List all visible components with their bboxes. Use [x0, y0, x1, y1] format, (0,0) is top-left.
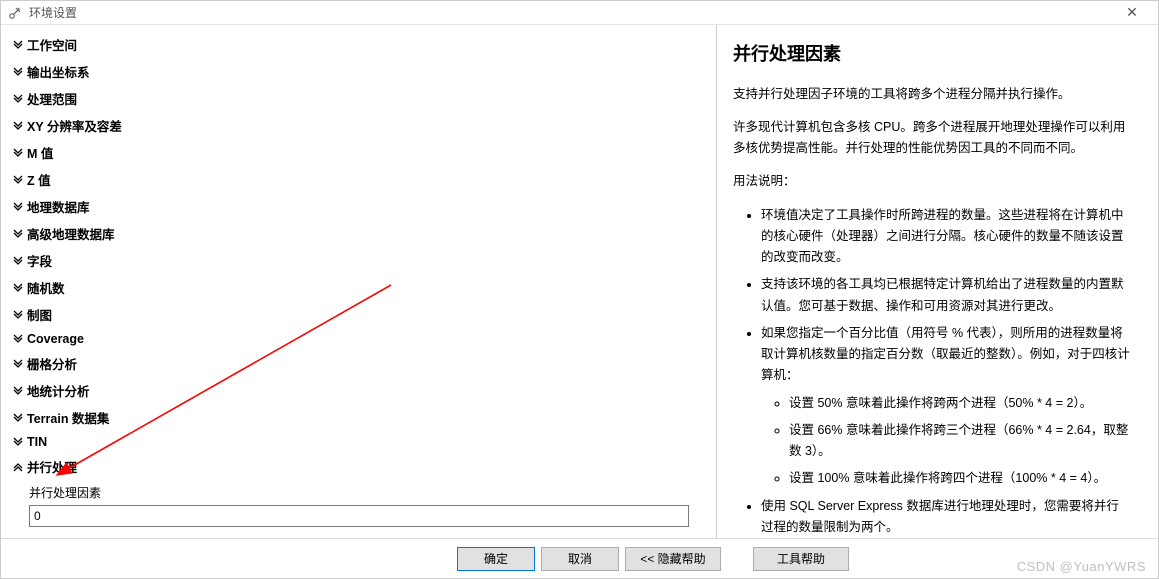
help-title: 并行处理因素	[733, 39, 1130, 70]
chevron-down-icon	[11, 229, 25, 239]
dialog-footer: 确定 取消 << 隐藏帮助 工具帮助	[1, 538, 1158, 578]
chevron-down-icon	[11, 359, 25, 369]
section-header[interactable]: 地理数据库	[11, 193, 706, 220]
help-paragraph: 支持并行处理因子环境的工具将跨多个进程分隔并执行操作。	[733, 84, 1130, 105]
close-icon: ✕	[1126, 4, 1138, 21]
chevron-down-icon	[11, 202, 25, 212]
help-bullet: 使用 SQL Server Express 数据库进行地理处理时，您需要将并行过…	[761, 496, 1130, 538]
section-label: 字段	[27, 251, 52, 270]
help-bullet: 如果您指定一个百分比值（用符号 % 代表），则所用的进程数量将取计算机核数量的指…	[761, 323, 1130, 490]
section-label: 工作空间	[27, 35, 77, 54]
titlebar: 环境设置 ✕	[1, 1, 1158, 25]
section-header[interactable]: TIN	[11, 431, 706, 453]
section-header[interactable]: Terrain 数据集	[11, 404, 706, 431]
section-header[interactable]: M 值	[11, 139, 706, 166]
section-header[interactable]: 输出坐标系	[11, 58, 706, 85]
section-label: TIN	[27, 435, 47, 449]
help-pane[interactable]: 并行处理因素 支持并行处理因子环境的工具将跨多个进程分隔并执行操作。 许多现代计…	[717, 25, 1158, 538]
section-header[interactable]: 处理范围	[11, 85, 706, 112]
section-label: M 值	[27, 143, 53, 162]
section-header[interactable]: 并行处理	[11, 453, 706, 480]
section-body: 并行处理因素	[11, 480, 706, 533]
section-label: XY 分辨率及容差	[27, 116, 122, 135]
section-header[interactable]: 随机数	[11, 274, 706, 301]
help-sub-bullet: 设置 66% 意味着此操作将跨三个进程（66% * 4 = 2.64，取整数 3…	[789, 420, 1130, 463]
section-label: 输出坐标系	[27, 62, 90, 81]
window-title: 环境设置	[29, 4, 77, 21]
settings-tree-pane: 工作空间输出坐标系处理范围 XY 分辨率及容差 M 值 Z 值地理数据库高级地理数据库…	[1, 25, 717, 538]
ok-button[interactable]: 确定	[457, 547, 535, 571]
hide-help-button[interactable]: << 隐藏帮助	[625, 547, 721, 571]
cancel-button[interactable]: 取消	[541, 547, 619, 571]
chevron-down-icon	[11, 283, 25, 293]
chevron-down-icon	[11, 334, 25, 344]
help-bullet: 支持该环境的各工具均已根据特定计算机给出了进程数量的内置默认值。您可基于数据、操…	[761, 274, 1130, 317]
section-label: 制图	[27, 305, 52, 324]
chevron-down-icon	[11, 256, 25, 266]
section-label: Terrain 数据集	[27, 408, 109, 427]
section-label: 栅格分析	[27, 354, 77, 373]
dialog-body: 工作空间输出坐标系处理范围 XY 分辨率及容差 M 值 Z 值地理数据库高级地理数据库…	[1, 25, 1158, 538]
field-label: 并行处理因素	[29, 482, 706, 505]
chevron-down-icon	[11, 148, 25, 158]
section-label: 栅格存储	[27, 537, 77, 538]
help-bullet-list: 环境值决定了工具操作时所跨进程的数量。这些进程将在计算机中的核心硬件（处理器）之…	[733, 205, 1130, 538]
section-header[interactable]: 字段	[11, 247, 706, 274]
chevron-down-icon	[11, 437, 25, 447]
help-sub-bullet: 设置 100% 意味着此操作将跨四个进程（100% * 4 = 4）。	[789, 468, 1130, 489]
section-label: 随机数	[27, 278, 65, 297]
section-header[interactable]: 栅格存储	[11, 533, 706, 538]
help-sub-bullet: 设置 50% 意味着此操作将跨两个进程（50% * 4 = 2）。	[789, 393, 1130, 414]
section-label: Z 值	[27, 170, 51, 189]
chevron-down-icon	[11, 67, 25, 77]
section-header[interactable]: Coverage	[11, 328, 706, 350]
help-bullet: 环境值决定了工具操作时所跨进程的数量。这些进程将在计算机中的核心硬件（处理器）之…	[761, 205, 1130, 269]
chevron-down-icon	[11, 40, 25, 50]
chevron-down-icon	[11, 386, 25, 396]
help-sub-bullet-list: 设置 50% 意味着此操作将跨两个进程（50% * 4 = 2）。 设置 66%…	[761, 393, 1130, 490]
parallel-factor-input[interactable]	[29, 505, 689, 527]
env-settings-dialog: 环境设置 ✕ 工作空间输出坐标系处理范围 XY 分辨率及容差 M 值 Z 值地理数据库…	[0, 0, 1159, 579]
chevron-down-icon	[11, 121, 25, 131]
app-icon	[7, 5, 23, 21]
section-header[interactable]: 地统计分析	[11, 377, 706, 404]
section-header[interactable]: 栅格分析	[11, 350, 706, 377]
section-label: 高级地理数据库	[27, 224, 115, 243]
chevron-down-icon	[11, 413, 25, 423]
help-paragraph: 许多现代计算机包含多核 CPU。跨多个进程展开地理处理操作可以利用多核优势提高性…	[733, 117, 1130, 160]
section-label: Coverage	[27, 332, 84, 346]
close-button[interactable]: ✕	[1112, 1, 1152, 25]
section-label: 并行处理	[27, 457, 77, 476]
section-header[interactable]: Z 值	[11, 166, 706, 193]
section-label: 处理范围	[27, 89, 77, 108]
chevron-down-icon	[11, 175, 25, 185]
help-bullet-text: 如果您指定一个百分比值（用符号 % 代表），则所用的进程数量将取计算机核数量的指…	[761, 326, 1130, 383]
section-header[interactable]: 高级地理数据库	[11, 220, 706, 247]
help-usage-label: 用法说明：	[733, 171, 1130, 192]
section-header[interactable]: XY 分辨率及容差	[11, 112, 706, 139]
tool-help-button[interactable]: 工具帮助	[753, 547, 849, 571]
chevron-down-icon	[11, 310, 25, 320]
section-header[interactable]: 工作空间	[11, 31, 706, 58]
section-label: 地统计分析	[27, 381, 90, 400]
chevron-down-icon	[11, 94, 25, 104]
section-header[interactable]: 制图	[11, 301, 706, 328]
settings-scroll[interactable]: 工作空间输出坐标系处理范围 XY 分辨率及容差 M 值 Z 值地理数据库高级地理数据库…	[1, 25, 716, 538]
chevron-up-icon	[11, 462, 25, 472]
section-label: 地理数据库	[27, 197, 90, 216]
